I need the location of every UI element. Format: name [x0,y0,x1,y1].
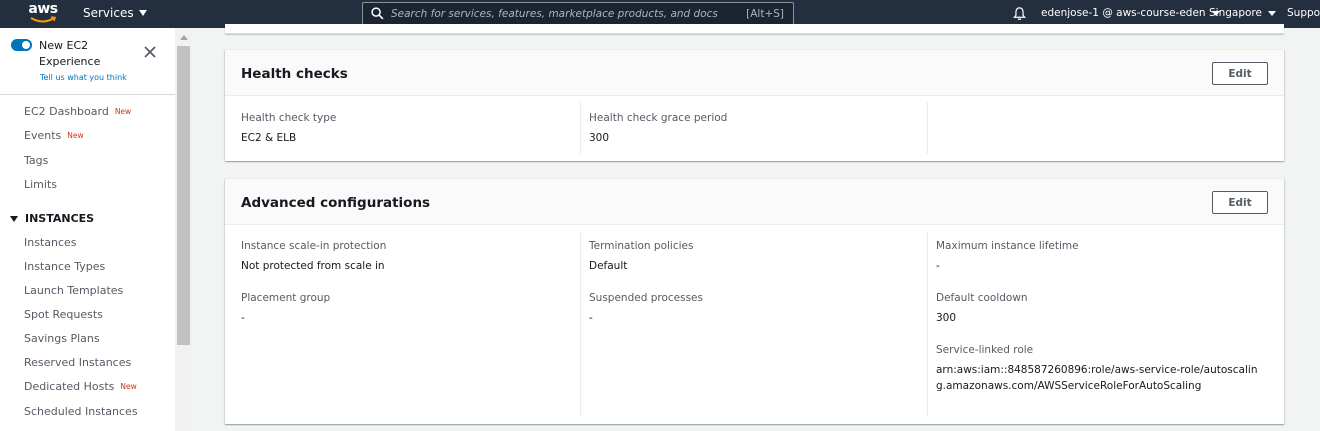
max-instance-lifetime-label: Maximum instance lifetime [936,240,1079,252]
search-box[interactable]: [Alt+S] [362,2,794,25]
default-cooldown-value: 300 [936,312,957,324]
sidebar-scrollbar[interactable] [175,28,192,431]
sidebar-item-spot-requests[interactable]: Spot Requests [24,308,103,321]
sidebar-item-scheduled-instances[interactable]: Scheduled Instances [24,405,138,418]
aws-logo[interactable]: aws [28,1,58,25]
scroll-up-arrow-icon[interactable] [180,35,188,40]
caret-down-icon [138,10,147,16]
aws-smile-icon [30,16,56,23]
sidebar-item-dedicated-hosts[interactable]: Dedicated Hosts New [24,380,137,393]
column-divider [580,102,581,154]
default-cooldown-label: Default cooldown [936,292,1028,304]
column-divider [927,231,928,417]
search-input[interactable] [391,7,747,20]
column-divider [927,102,928,154]
termination-policies-label: Termination policies [589,240,694,252]
sidebar: New EC2 Experience Tell us what you thin… [0,28,175,431]
new-badge: New [114,107,132,116]
max-instance-lifetime-value: - [936,260,940,272]
sidebar-item-label: Tags [24,154,49,167]
search-shortcut: [Alt+S] [746,7,784,20]
card-header: Health checks Edit [225,50,1284,96]
region-label: Singapore [1209,7,1262,19]
sidebar-item-label: EC2 Dashboard [24,105,109,118]
sidebar-item-label: Dedicated Hosts [24,380,115,393]
card-header: Advanced configurations Edit [225,179,1284,225]
divider [0,94,175,95]
edit-advanced-configurations-button[interactable]: Edit [1212,191,1268,214]
sidebar-item-reserved-instances[interactable]: Reserved Instances [24,356,131,369]
health-check-grace-value: 300 [589,132,610,144]
sidebar-item-ec2-dashboard[interactable]: EC2 Dashboard New [24,105,131,118]
suspended-processes-value: - [589,312,593,324]
termination-policies-value: Default [589,260,628,272]
sidebar-item-tags[interactable]: Tags [24,154,48,167]
sidebar-item-savings-plans[interactable]: Savings Plans [24,332,100,345]
sidebar-item-label: Instance Types [24,260,106,273]
sidebar-item-label: Scheduled Instances [24,405,138,418]
new-badge: New [67,131,84,140]
services-label: Services [83,6,134,20]
section-instances-toggle[interactable]: INSTANCES [10,212,94,225]
caret-down-icon [1267,10,1276,16]
card-title: Advanced configurations [241,195,431,211]
sidebar-item-label: Reserved Instances [24,356,132,369]
sidebar-item-label: Limits [24,178,57,191]
sidebar-item-instances[interactable]: Instances [24,236,77,249]
service-linked-role-label: Service-linked role [936,344,1034,356]
caret-down-icon [10,215,18,222]
scroll-thumb[interactable] [177,46,190,345]
sidebar-item-label: Spot Requests [24,308,103,321]
placement-group-value: - [241,312,245,324]
sidebar-item-label: Instances [24,236,77,249]
support-menu[interactable]: Suppor [1287,7,1320,19]
sidebar-item-events[interactable]: Events New [24,129,84,142]
account-menu[interactable]: edenjose-1 @ aws-course-eden [1041,7,1220,19]
sidebar-item-limits[interactable]: Limits [24,178,57,191]
advanced-configurations-card: Advanced configurations Edit Instance sc… [225,178,1284,424]
feedback-link[interactable]: Tell us what you think [40,73,127,82]
close-icon[interactable] [144,46,156,58]
scale-in-protection-label: Instance scale-in protection [241,240,387,252]
health-check-type-label: Health check type [241,112,337,124]
main-content: Health checks Edit Health check type EC2… [192,24,1320,431]
health-check-grace-label: Health check grace period [589,112,728,124]
section-title: INSTANCES [25,212,95,225]
toggle-label: New EC2 Experience [39,39,101,68]
column-divider [580,231,581,417]
region-menu[interactable]: Singapore [1209,7,1276,19]
new-badge: New [120,382,137,391]
service-linked-role-value: arn:aws:iam::848587260896:role/aws-servi… [936,364,1258,392]
new-experience-toggle[interactable] [11,39,32,51]
sidebar-item-launch-templates[interactable]: Launch Templates [24,284,123,297]
sidebar-item-instance-types[interactable]: Instance Types [24,260,105,273]
edit-health-checks-button[interactable]: Edit [1212,62,1268,85]
previous-card-bottom [225,24,1284,34]
search-icon [371,7,384,20]
health-checks-card: Health checks Edit Health check type EC2… [225,49,1284,161]
sidebar-item-label: Savings Plans [24,332,100,345]
placement-group-label: Placement group [241,292,331,304]
health-check-type-value: EC2 & ELB [241,132,297,144]
sidebar-item-label: Launch Templates [24,284,124,297]
sidebar-item-label: Events [24,129,62,142]
card-title: Health checks [241,66,348,82]
bell-icon[interactable] [1012,6,1027,21]
services-menu[interactable]: Services [83,6,147,20]
suspended-processes-label: Suspended processes [589,292,703,304]
scale-in-protection-value: Not protected from scale in [241,260,385,272]
aws-logo-text: aws [28,1,58,17]
account-label: edenjose-1 @ aws-course-eden [1041,7,1206,19]
